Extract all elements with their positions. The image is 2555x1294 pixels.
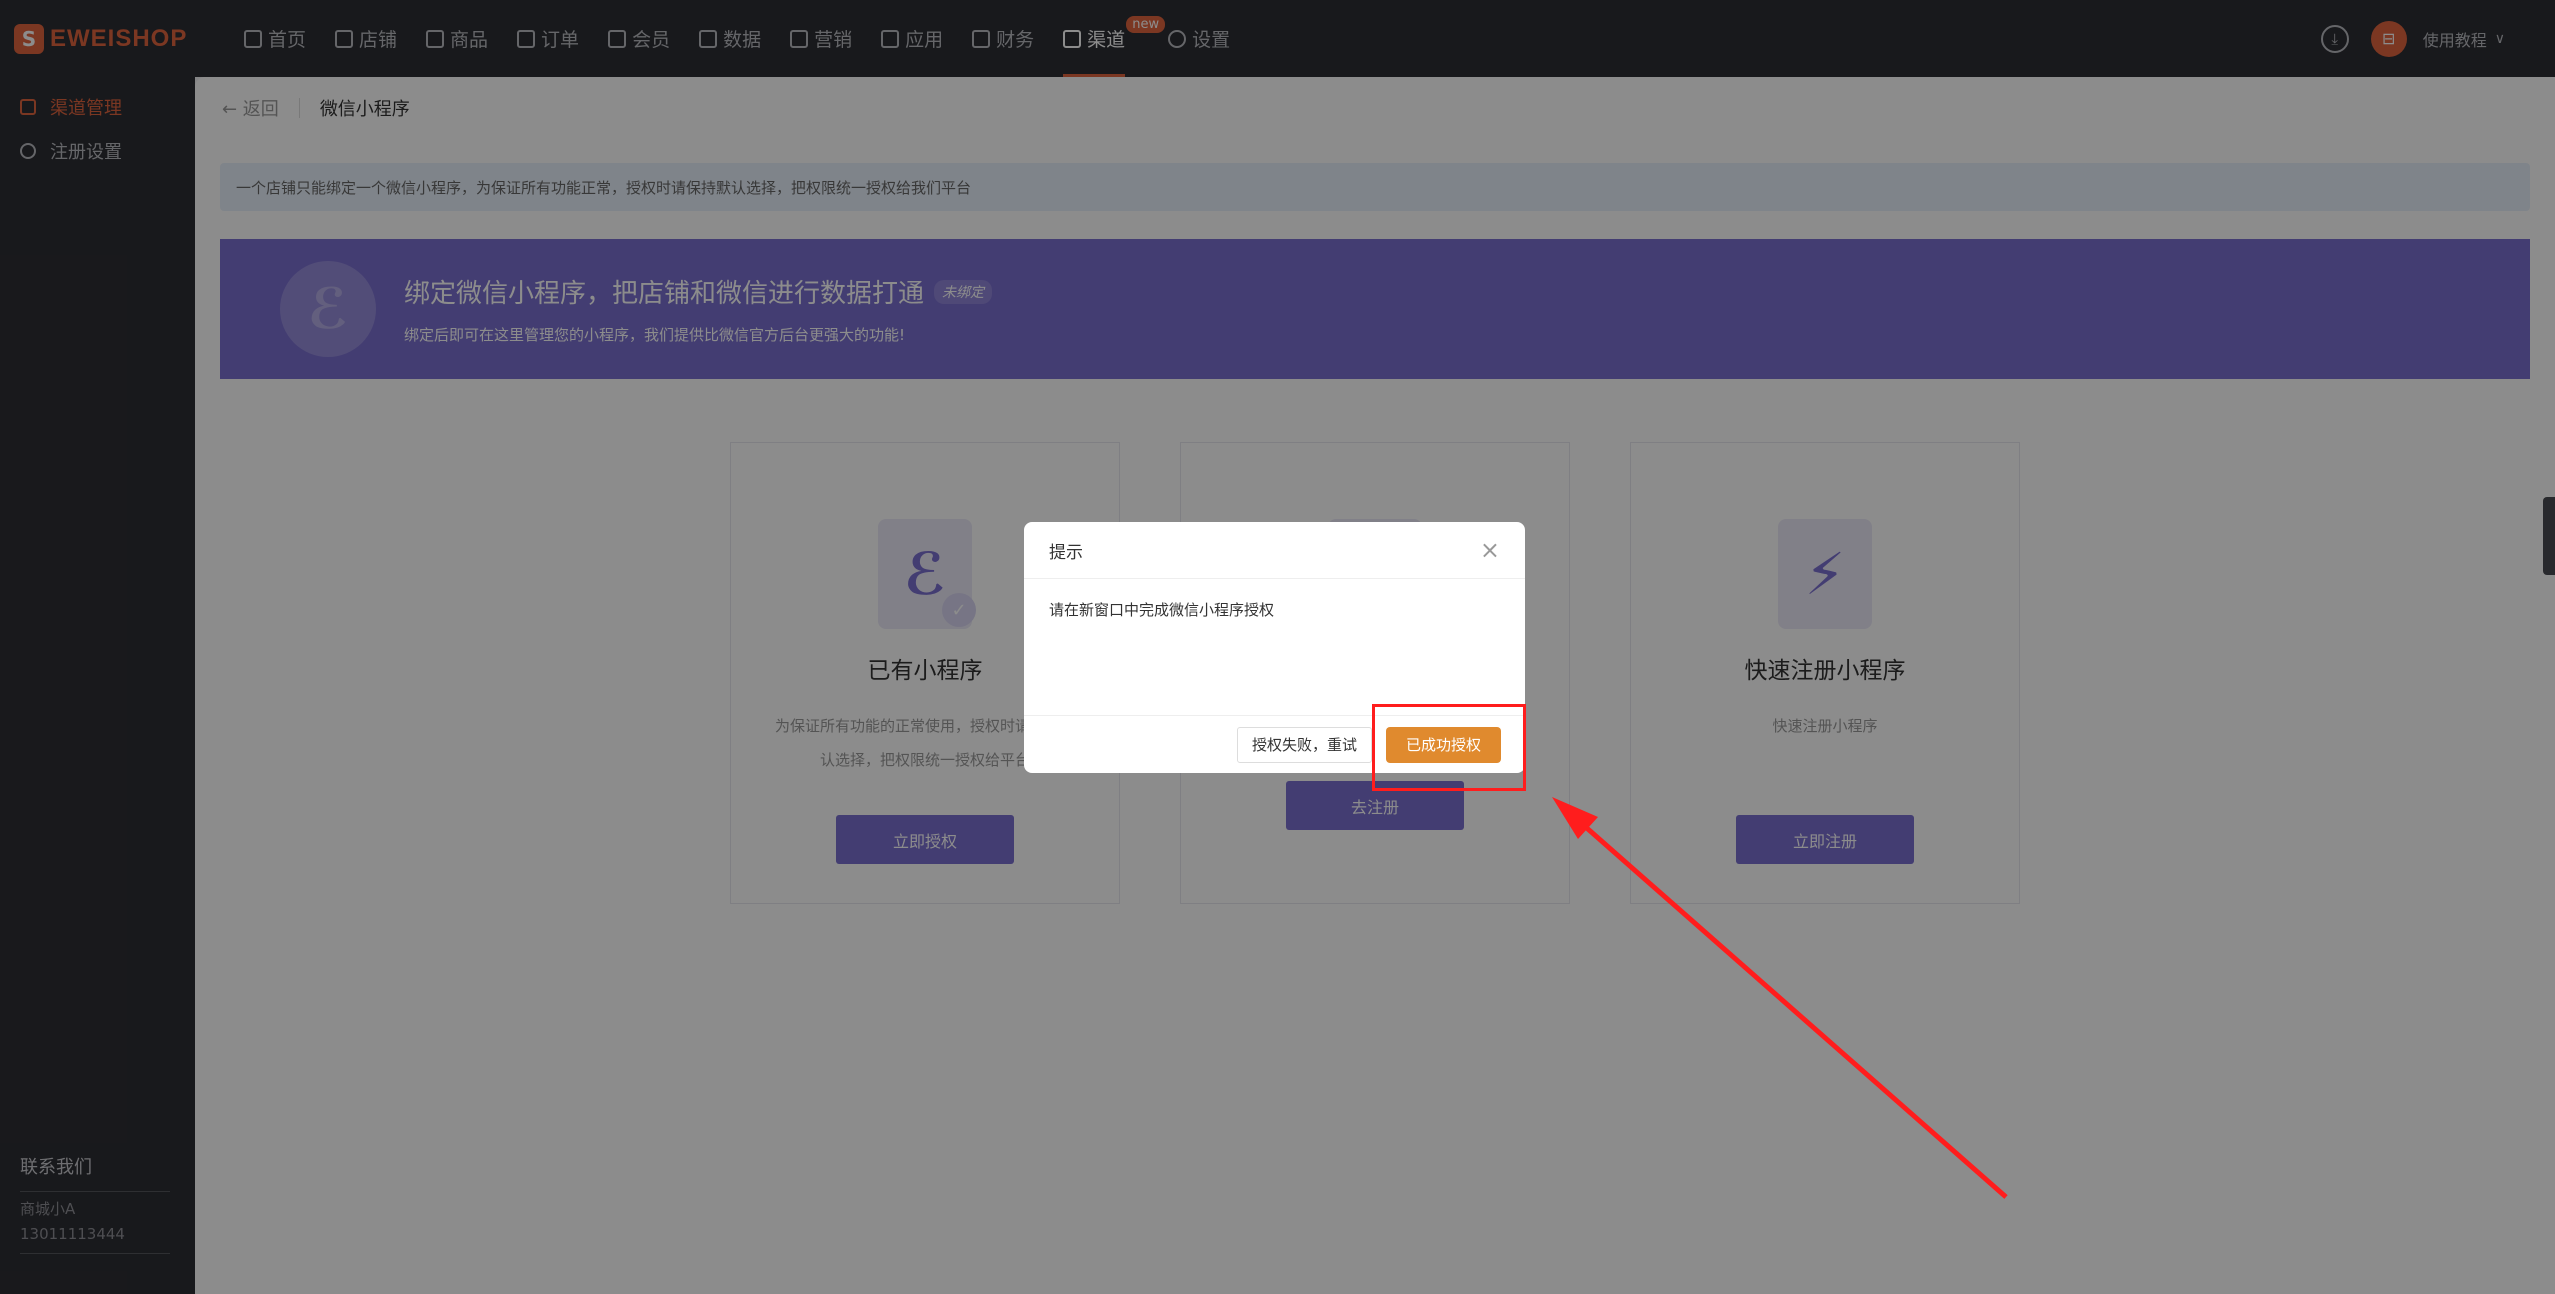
annotation-arrow-icon — [1552, 797, 2008, 1199]
